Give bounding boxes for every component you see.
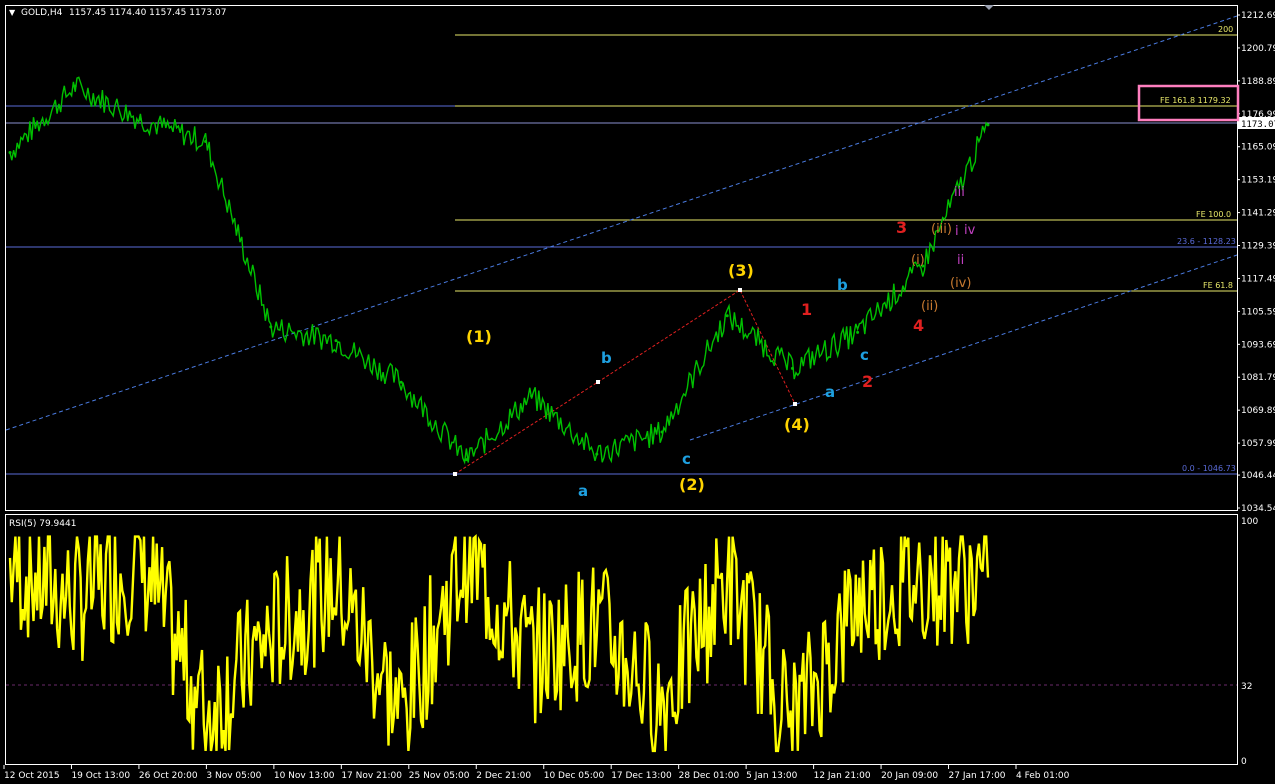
wave-orange-i: (i) [911,253,925,268]
wave-purple-ii: ii [957,253,964,268]
chart-canvas: 1212.691200.791188.891176.991165.091153.… [0,0,1275,784]
time-tick-label: 3 Nov 05:00 [206,771,261,781]
wave-c-1: c [682,450,691,468]
price-point-2 [138,117,142,121]
chart-symbol-label: GOLD,H4 [21,8,63,18]
price-tick-label: 1105.59 [1241,307,1275,317]
time-tick-label: 4 Feb 01:00 [1016,771,1070,781]
price-point-8 [530,394,534,398]
current-price-label: 1173.07 [1241,120,1275,130]
time-tick-label: 10 Nov 13:00 [274,771,335,781]
pivot-3 [738,288,742,292]
rsi-label: RSI(5) 79.9441 [9,519,76,529]
pivot-4 [793,402,797,406]
label-top-fib: 200 [1218,25,1233,34]
price-point-12 [790,366,794,370]
time-tick-label: 28 Dec 01:00 [679,771,740,781]
wave-purple-iii: iii [954,185,965,200]
wave-purple-iv: iv [964,223,976,238]
price-point-6 [399,380,403,384]
rsi-axis-100: 100 [1241,517,1258,527]
label-fe-100: FE 100.0 [1196,210,1231,219]
time-tick-label: 17 Nov 21:00 [341,771,402,781]
price-tick-label: 1057.99 [1241,439,1275,449]
wave-orange-iv: (iv) [950,276,971,291]
time-tick-label: 26 Oct 20:00 [139,771,198,781]
wave-2: (2) [679,475,705,494]
time-tick-label: 10 Dec 05:00 [544,771,605,781]
price-tick-label: 1188.89 [1241,77,1275,87]
price-tick-label: 1165.09 [1241,143,1275,153]
wave-orange-ii: (ii) [921,299,938,314]
time-tick-label: 12 Oct 2015 [4,771,60,781]
time-tick-label: 5 Jan 13:00 [746,771,798,781]
wave-1: (1) [466,327,492,346]
price-tick-label: 1117.49 [1241,274,1275,284]
price-point-3 [204,139,208,143]
time-tick-label: 27 Jan 17:00 [949,771,1006,781]
price-point-4 [269,325,273,329]
wave-red-2: 2 [862,372,873,391]
wave-purple-i: i [955,224,959,239]
price-tick-label: 1212.69 [1241,11,1275,21]
chart-ohlc-label: 1157.45 1174.40 1157.45 1173.07 [69,8,226,18]
wave-red-3: 3 [896,218,907,237]
label-fib-236: 23.6 - 1128.23 [1177,237,1236,246]
price-point-13 [856,330,860,334]
pivot-1 [453,472,457,476]
price-tick-label: 1046.44 [1241,471,1275,481]
price-point-0 [8,151,12,155]
rsi-axis-32: 32 [1241,682,1252,692]
wave-a-1: a [578,482,588,500]
rsi-axis-0: 0 [1241,757,1247,767]
price-point-9 [595,452,599,456]
wave-c-2: c [860,346,869,364]
price-tick-label: 1069.89 [1241,406,1275,416]
chart-menu-arrow-icon[interactable]: ▼ [9,8,16,17]
wave-4: (4) [784,415,810,434]
label-fe-618: FE 61.8 [1203,281,1233,290]
price-tick-label: 1200.79 [1241,44,1275,54]
price-tick-label: 1129.39 [1241,242,1275,252]
price-tick-label: 1153.19 [1241,176,1275,186]
price-point-1 [73,84,77,88]
wave-b-1: b [601,349,612,367]
wave-red-1: 1 [801,300,812,319]
wave-b-2: b [837,276,848,294]
time-tick-label: 17 Dec 13:00 [611,771,672,781]
label-fe-1618: FE 161.8 1179.32 [1160,96,1231,105]
time-tick-label: 2 Dec 21:00 [476,771,531,781]
price-tick-label: 1093.69 [1241,340,1275,350]
price-point-5 [334,339,338,343]
time-tick-label: 12 Jan 21:00 [814,771,871,781]
price-point-15 [986,123,990,127]
price-point-10 [660,430,664,434]
price-point-7 [464,458,468,462]
price-tick-label: 1141.29 [1241,209,1275,219]
wave-a-2: a [825,383,835,401]
price-tick-label: 1081.79 [1241,373,1275,383]
time-tick-label: 25 Nov 05:00 [409,771,470,781]
price-tick-label: 1034.54 [1241,504,1275,514]
time-tick-label: 19 Oct 13:00 [71,771,130,781]
wave-red-4: 4 [913,316,924,335]
time-tick-label: 20 Jan 09:00 [881,771,938,781]
wave-3: (3) [728,261,754,280]
label-fib-0: 0.0 - 1046.73 [1182,464,1236,473]
price-point-11 [725,314,729,318]
wave-orange-iii: (iii) [931,222,952,237]
pivot-2 [596,380,600,384]
